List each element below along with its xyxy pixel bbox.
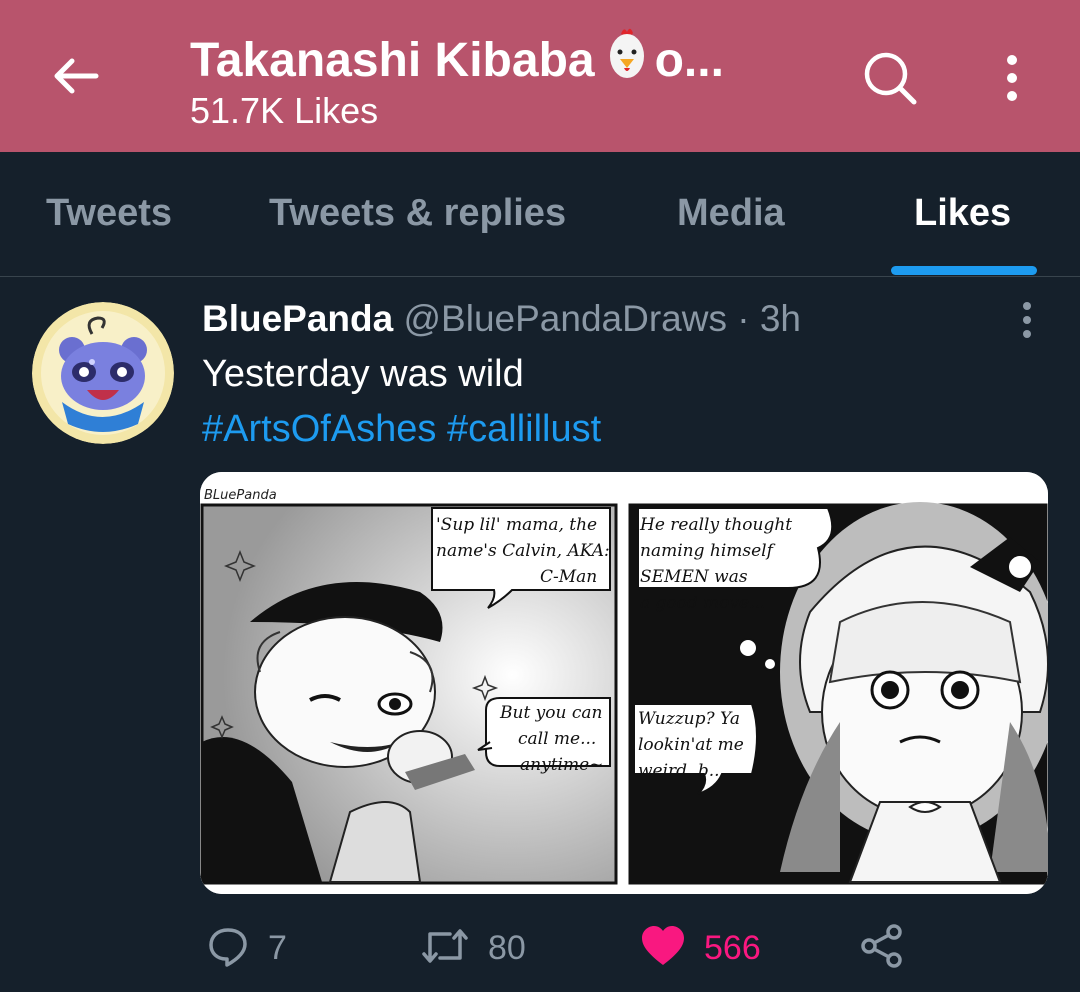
panel2-bubble2-line: lookin'at me: [638, 735, 744, 755]
reply-icon: [206, 924, 250, 973]
tweet-actions: 7 80 566: [0, 918, 1080, 978]
tweet-time[interactable]: 3h: [760, 298, 801, 339]
tweet-header: BluePanda @BluePandaDraws · 3h: [202, 298, 801, 340]
title-suffix: o...: [654, 33, 724, 87]
profile-name: Takanashi Kibaba: [190, 33, 595, 87]
tab-tweets[interactable]: Tweets: [46, 192, 172, 235]
page-title: Takanashi Kibaba o...: [190, 26, 724, 94]
tweet-text: Yesterday was wild: [202, 353, 524, 395]
panel2-bubble2-line: weird, b...: [638, 761, 725, 781]
panel1-bubble2-line: call me...: [518, 729, 596, 749]
tweet-hashtags: #ArtsOfAshes #callillust: [202, 408, 601, 451]
tab-likes[interactable]: Likes: [914, 192, 1011, 235]
more-vertical-icon[interactable]: [995, 48, 1029, 108]
like-button[interactable]: 566: [640, 918, 761, 978]
panel2-bubble1-line: naming himself: [640, 541, 776, 561]
retweet-icon: [420, 924, 470, 973]
reply-count: 7: [268, 928, 287, 967]
retweet-button[interactable]: 80: [420, 918, 526, 978]
retweet-count: 80: [488, 928, 526, 967]
tab-media[interactable]: Media: [677, 192, 785, 235]
likes-count-subtitle: 51.7K Likes: [190, 90, 379, 131]
panel2-bubble2-line: Wuzzup? Ya: [638, 709, 740, 729]
display-name[interactable]: BluePanda: [202, 298, 393, 339]
tweet-media-image[interactable]: BLuePanda 'Sup lil' mama, the name's Cal…: [200, 472, 1048, 894]
separator-dot: ·: [737, 298, 750, 339]
back-arrow-icon[interactable]: [48, 48, 104, 104]
panel1-bubble2-line: anytime~: [520, 755, 603, 775]
chicken-emoji-icon: [607, 26, 647, 94]
panel1-bubble1-line: 'Sup lil' mama, the: [436, 515, 597, 535]
panel2-bubble1-line: a good move...: [640, 593, 765, 613]
panel1-bubble2-line: But you can: [499, 703, 602, 723]
avatar[interactable]: [32, 302, 174, 444]
heart-icon: [640, 925, 686, 972]
panel1-bubble1-line: name's Calvin, AKA:: [436, 541, 610, 561]
user-handle[interactable]: @BluePandaDraws: [404, 298, 727, 339]
panel2-bubble1-line: SEMEN was: [640, 567, 748, 587]
tab-tweets-replies[interactable]: Tweets & replies: [269, 192, 566, 235]
panel2-bubble1-line: He really thought: [639, 515, 792, 535]
tweet-more-icon[interactable]: [1012, 300, 1042, 340]
profile-header-bar: Takanashi Kibaba o... 51.7K Likes: [0, 0, 1080, 152]
share-button[interactable]: [860, 918, 904, 978]
hashtag-link[interactable]: #callillust: [447, 408, 601, 450]
artist-signature: BLuePanda: [204, 488, 277, 503]
profile-tabs: Tweets Tweets & replies Media Likes: [0, 152, 1080, 277]
panel1-bubble1-line: C-Man: [540, 567, 597, 587]
hashtag-link[interactable]: #ArtsOfAshes: [202, 408, 436, 450]
share-icon: [860, 923, 904, 973]
like-count: 566: [704, 928, 761, 967]
search-icon[interactable]: [860, 48, 920, 108]
reply-button[interactable]: 7: [206, 918, 287, 978]
active-tab-indicator: [891, 266, 1037, 275]
